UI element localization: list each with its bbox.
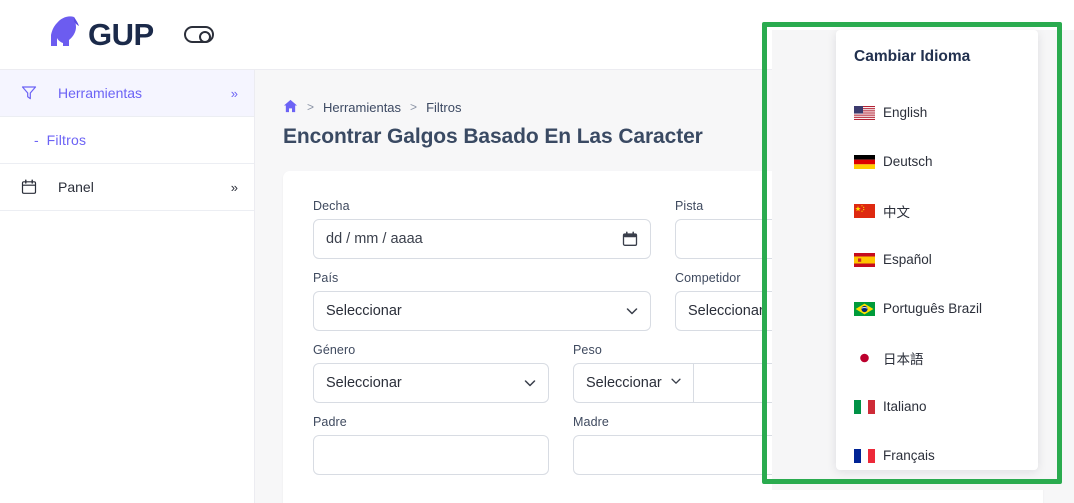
sidebar-item-label: Panel <box>58 179 94 195</box>
greyhound-head-icon <box>44 12 86 57</box>
field-padre: Padre <box>313 415 549 475</box>
field-genero: Género Seleccionar <box>313 343 549 403</box>
chevron-down-icon <box>624 303 640 319</box>
flag-it-icon <box>854 399 875 414</box>
language-dropdown: Cambiar Idioma English Deutsch 中文 Españo… <box>836 30 1038 470</box>
calendar-icon <box>18 179 40 195</box>
language-option-label: 日本語 <box>883 351 924 367</box>
peso-select-value: Seleccionar <box>586 375 662 391</box>
language-option-label: Português Brazil <box>883 301 983 316</box>
language-option-deutsch[interactable]: Deutsch <box>836 137 1038 186</box>
padre-input[interactable] <box>313 435 549 475</box>
chevron-down-icon <box>669 374 683 392</box>
theme-toggle-switch-icon[interactable] <box>183 26 214 43</box>
field-label: Decha <box>313 199 350 213</box>
language-option-label: Español <box>883 252 932 267</box>
sidebar-item-panel[interactable]: Panel » <box>0 164 254 211</box>
breadcrumb-separator: > <box>410 100 418 114</box>
flag-us-icon <box>854 105 875 120</box>
pais-select-value: Seleccionar <box>326 303 402 319</box>
sidebar: Herramientas » - Filtros Panel » <box>0 70 255 503</box>
sidebar-item-herramientas[interactable]: Herramientas » <box>0 70 254 117</box>
language-option-label: Italiano <box>883 399 927 414</box>
field-label: País <box>313 271 339 285</box>
flag-cn-icon <box>854 203 875 218</box>
language-option-english[interactable]: English <box>836 88 1038 137</box>
pais-select[interactable]: Seleccionar <box>313 291 651 331</box>
breadcrumb-separator: > <box>307 100 315 114</box>
language-option-label: English <box>883 105 928 120</box>
flag-de-icon <box>854 154 875 169</box>
logo[interactable]: GUP <box>44 12 154 57</box>
language-option-label: Deutsch <box>883 154 933 169</box>
peso-select[interactable]: Seleccionar <box>574 364 694 402</box>
home-icon[interactable] <box>283 99 298 116</box>
language-option-espanol[interactable]: Español <box>836 235 1038 284</box>
language-option-chinese[interactable]: 中文 <box>836 186 1038 235</box>
sidebar-item-label: Herramientas <box>58 85 143 101</box>
chevron-double-right-icon: » <box>230 179 238 195</box>
sidebar-item-filtros[interactable]: - Filtros <box>0 117 254 164</box>
funnel-filter-icon <box>18 85 40 101</box>
flag-br-icon <box>854 301 875 316</box>
field-decha: Decha dd / mm / aaaa <box>313 199 651 259</box>
language-option-label: Français <box>883 448 935 463</box>
genero-select-value: Seleccionar <box>326 375 402 391</box>
language-option-label: 中文 <box>883 204 910 220</box>
chevron-double-down-icon: » <box>230 85 238 101</box>
genero-select[interactable]: Seleccionar <box>313 363 549 403</box>
flag-es-icon <box>854 252 875 267</box>
language-option-francais[interactable]: Français <box>836 431 1038 470</box>
date-input-value: dd / mm / aaaa <box>326 231 423 247</box>
competidor-select-value: Seleccionar <box>688 303 764 319</box>
language-dropdown-title: Cambiar Idioma <box>854 48 971 65</box>
field-label: Género <box>313 343 356 357</box>
breadcrumb-item-herramientas[interactable]: Herramientas <box>323 100 401 115</box>
language-option-japanese[interactable]: 日本語 <box>836 333 1038 382</box>
field-pais: País Seleccionar <box>313 271 651 331</box>
dash-marker: - <box>34 132 39 148</box>
breadcrumb-item-filtros[interactable]: Filtros <box>426 100 461 115</box>
language-option-portugues-brazil[interactable]: Português Brazil <box>836 284 1038 333</box>
calendar-icon[interactable] <box>622 231 638 247</box>
field-label: Padre <box>313 415 347 429</box>
flag-fr-icon <box>854 448 875 463</box>
app-root: GUP Herramientas » - Filtros Panel » > H… <box>0 0 1074 503</box>
flag-jp-icon <box>854 350 875 365</box>
date-input[interactable]: dd / mm / aaaa <box>313 219 651 259</box>
chevron-down-icon <box>522 375 538 391</box>
sidebar-subitem-label: Filtros <box>46 132 87 148</box>
language-option-italiano[interactable]: Italiano <box>836 382 1038 431</box>
logo-text: GUP <box>88 16 154 52</box>
